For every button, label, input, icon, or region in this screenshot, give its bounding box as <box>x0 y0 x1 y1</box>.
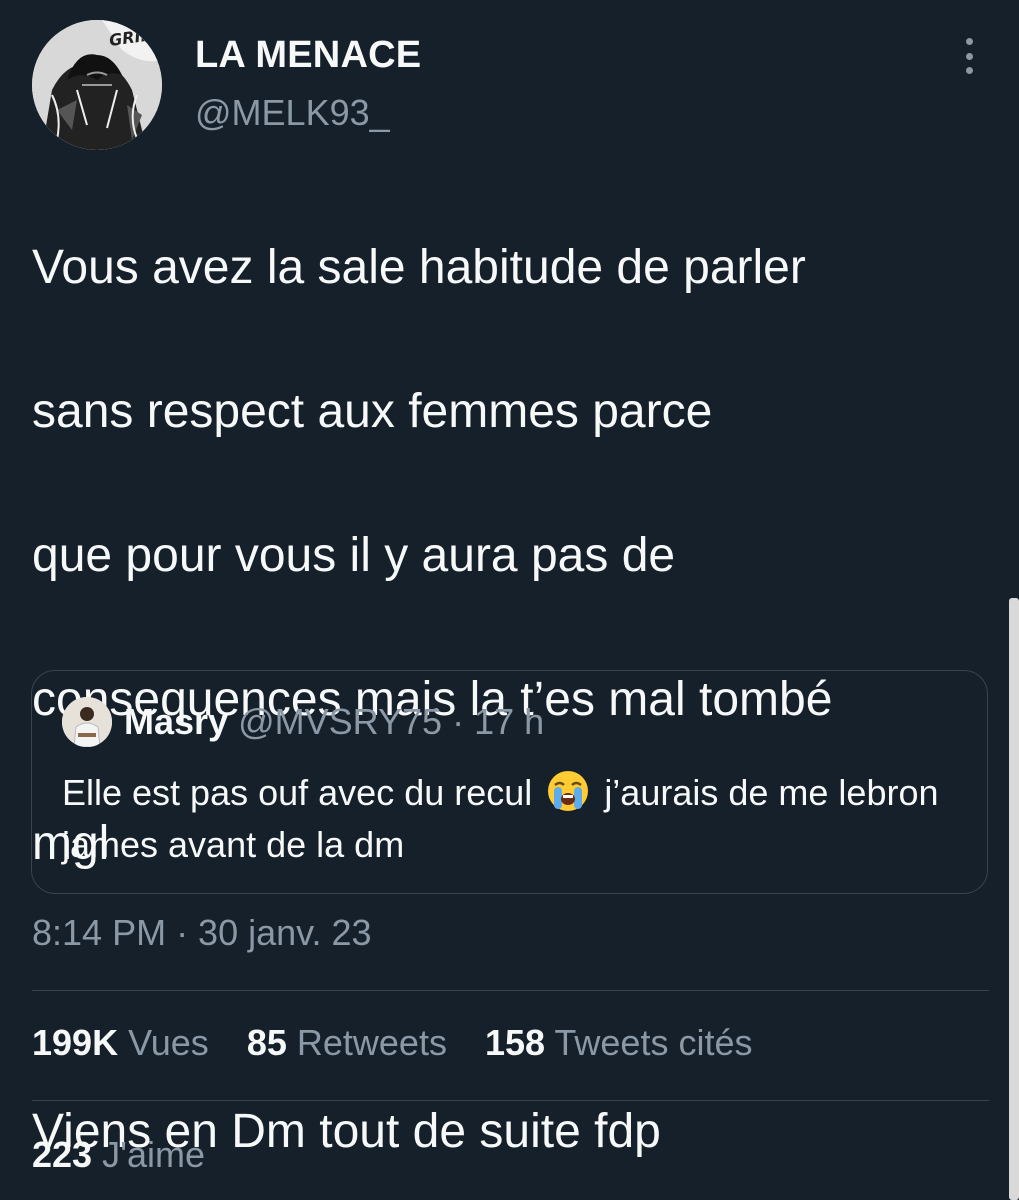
author-avatar[interactable]: GRIFF <box>32 20 162 150</box>
tweet-timestamp[interactable]: 8:14 PM · 30 janv. 23 <box>32 912 372 954</box>
author-handle[interactable]: @MELK93_ <box>195 92 390 134</box>
tweet-page: GRIFF LA MENACE @MELK93_ Vous avez la sa… <box>0 0 1019 1200</box>
retweets-label: Retweets <box>296 1022 447 1063</box>
author-name[interactable]: LA MENACE <box>195 34 421 77</box>
retweets-stat[interactable]: 85 Retweets <box>247 1022 447 1064</box>
likes-count: 223 <box>32 1134 93 1175</box>
views-stat[interactable]: 199K Vues <box>32 1022 209 1064</box>
quote-text-part: Elle est pas ouf avec du recul <box>62 772 533 813</box>
divider <box>32 1100 989 1101</box>
quotes-count: 158 <box>484 1022 546 1063</box>
divider <box>32 990 989 991</box>
views-label: Vues <box>128 1022 209 1063</box>
likes-label: J'aime <box>102 1134 205 1175</box>
views-count: 199K <box>32 1022 119 1063</box>
retweets-count: 85 <box>246 1022 287 1063</box>
tweet-stats: 199K Vues 85 Retweets 158 Tweets cités <box>32 1022 780 1064</box>
person-avatar-icon <box>62 697 112 747</box>
tweet-line: Vous avez la sale habitude de parler <box>32 241 806 294</box>
quote-tweets-stat[interactable]: 158 Tweets cités <box>485 1022 753 1064</box>
tweet-line: que pour vous il y aura pas de <box>32 529 676 582</box>
quote-text: Elle est pas ouf avec du recul j’aurais … <box>62 767 962 871</box>
quote-time[interactable]: 17 h <box>474 701 544 742</box>
quote-author-name[interactable]: Masry <box>124 701 228 742</box>
manga-avatar-icon: GRIFF <box>32 20 162 150</box>
quote-header: Masry @MVSRY75 · 17 h <box>124 701 545 742</box>
scrollbar[interactable] <box>1009 598 1019 1200</box>
more-dot <box>965 67 973 74</box>
likes-stat[interactable]: 223 J'aime <box>32 1134 205 1176</box>
quote-author-handle[interactable]: @MVSRY75 <box>238 701 442 742</box>
loudly-crying-face-icon <box>548 771 589 811</box>
tweet-line: sans respect aux femmes parce <box>32 385 713 438</box>
more-dot <box>965 52 973 60</box>
quoted-tweet[interactable]: Masry @MVSRY75 · 17 h Elle est pas ouf a… <box>31 670 988 894</box>
quotes-label: Tweets cités <box>554 1022 753 1063</box>
quote-author-avatar[interactable] <box>62 697 112 747</box>
more-dot <box>965 38 973 45</box>
more-options-icon[interactable] <box>955 38 983 74</box>
